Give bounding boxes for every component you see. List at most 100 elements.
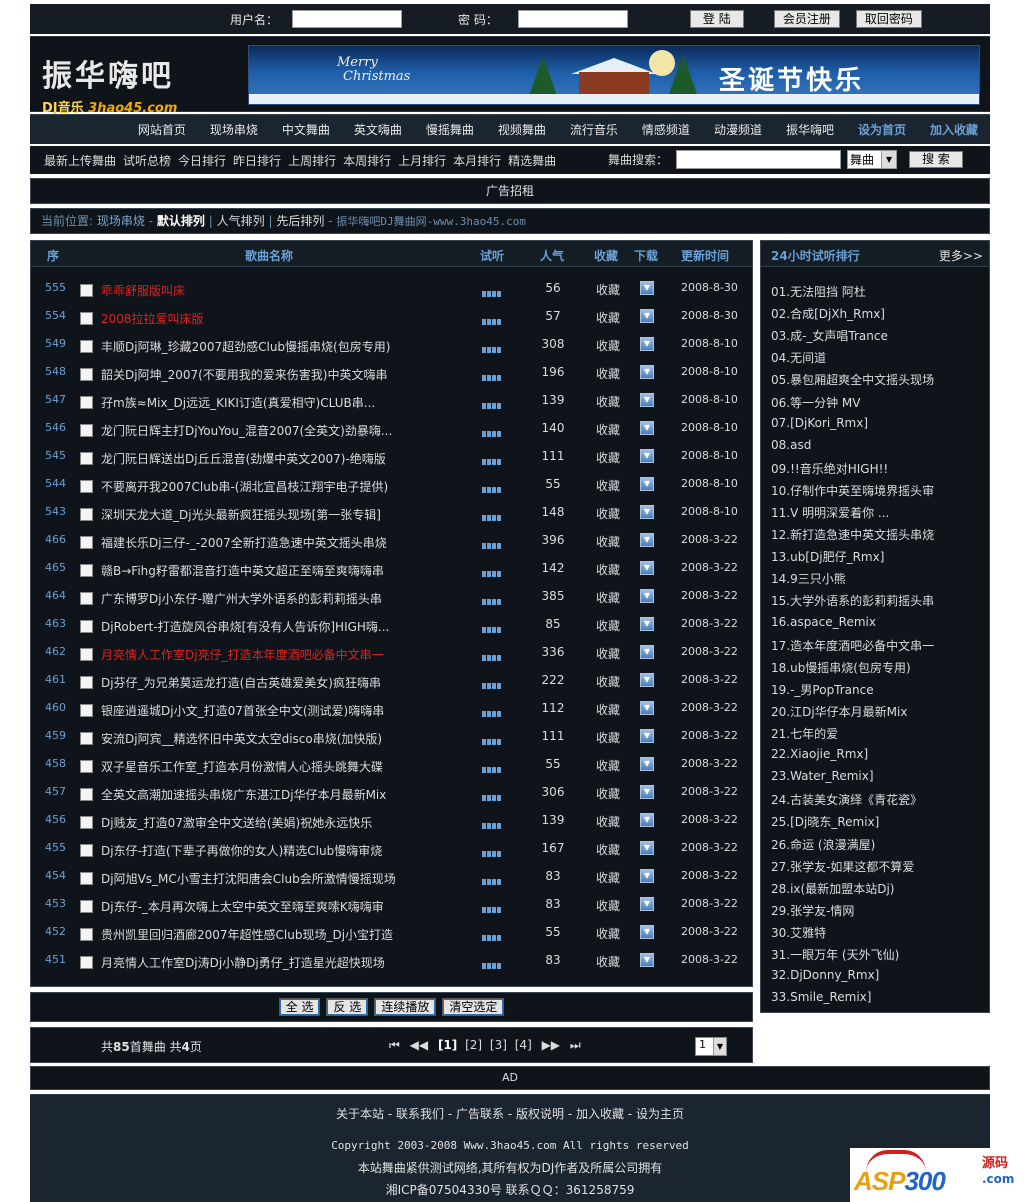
download-icon[interactable]: ▼ (640, 505, 654, 519)
invert-selection-button[interactable]: 反 选 (326, 998, 369, 1016)
download-icon[interactable]: ▼ (640, 925, 654, 939)
song-checkbox[interactable] (80, 648, 93, 661)
song-title-link[interactable]: Dj芬仔_为兄弟莫运龙打造(自古英雄爱美女)疯狂嗨串 (101, 674, 381, 691)
footer-link-favorite[interactable]: 加入收藏 (576, 1107, 624, 1121)
subnav-item-yesterday[interactable]: 昨日排行 (233, 152, 281, 169)
favorite-link[interactable]: 收藏 (596, 953, 620, 970)
listen-icon[interactable] (482, 762, 504, 773)
last-page-icon[interactable]: ⏭ (570, 1038, 581, 1052)
search-type-select[interactable]: 舞曲 ▼ (847, 150, 898, 169)
download-icon[interactable]: ▼ (640, 449, 654, 463)
song-checkbox[interactable] (80, 620, 93, 633)
favorite-link[interactable]: 收藏 (596, 785, 620, 802)
favorite-link[interactable]: 收藏 (596, 365, 620, 382)
chart-list-item[interactable]: 08.asd (771, 438, 811, 452)
subnav-item-latest[interactable]: 最新上传舞曲 (44, 152, 116, 169)
chart-list-item[interactable]: 28.ix(最新加盟本站Dj) (771, 880, 894, 897)
song-title-link[interactable]: 双子星音乐工作室_打造本月份激情人心摇头跳舞大碟 (101, 758, 383, 775)
subnav-item-this-week[interactable]: 本周排行 (343, 152, 391, 169)
song-title-link[interactable]: 丰顺Dj阿琳_珍藏2007超劲感Club慢摇串烧(包房专用) (101, 338, 390, 355)
listen-icon[interactable] (482, 398, 504, 409)
chart-list-item[interactable]: 32.DjDonny_Rmx] (771, 968, 879, 982)
song-checkbox[interactable] (80, 844, 93, 857)
listen-icon[interactable] (482, 454, 504, 465)
chart-list-item[interactable]: 20.江Dj华仔本月最新Mix (771, 703, 907, 720)
song-checkbox[interactable] (80, 340, 93, 353)
page-4[interactable]: [4] (515, 1038, 532, 1052)
chart-list-item[interactable]: 02.合成[DjXh_Rmx] (771, 305, 885, 322)
chart-list-item[interactable]: 14.9三只小熊 (771, 570, 846, 587)
song-title-link[interactable]: 广东博罗Dj小东仔-赠广州大学外语系的彭莉莉摇头串 (101, 590, 382, 607)
page-3[interactable]: [3] (490, 1038, 507, 1052)
register-button[interactable]: 会员注册 (773, 10, 840, 28)
song-title-link[interactable]: 福建长乐Dj三仔-_-2007全新打造急速中英文摇头串烧 (101, 534, 387, 551)
song-checkbox[interactable] (80, 452, 93, 465)
download-icon[interactable]: ▼ (640, 813, 654, 827)
christmas-banner[interactable]: Merry Christmas 圣诞节快乐 (248, 45, 980, 105)
song-checkbox[interactable] (80, 368, 93, 381)
nav-item-pop[interactable]: 流行音乐 (570, 121, 618, 138)
password-input[interactable] (517, 10, 628, 28)
chart-list-item[interactable]: 27.张学友-如果这都不算爱 (771, 858, 914, 875)
download-icon[interactable]: ▼ (640, 337, 654, 351)
song-title-link[interactable]: 龙门阮日辉送出Dj丘丘混音(劲爆中英文2007)-绝嗨版 (101, 450, 386, 467)
song-checkbox[interactable] (80, 760, 93, 773)
chart-list-item[interactable]: 15.大学外语系的彭莉莉摇头串 (771, 592, 934, 609)
nav-item-zhenhua[interactable]: 振华嗨吧 (786, 121, 834, 138)
listen-icon[interactable] (482, 286, 504, 297)
chart-list-item[interactable]: 30.艾雅特 (771, 924, 826, 941)
chart-list-item[interactable]: 22.Xiaojie_Rmx] (771, 747, 868, 761)
song-title-link[interactable]: 月亮情人工作室Dj亮仔_打造本年度酒吧必备中文串一 (101, 646, 384, 663)
footer-link-ads[interactable]: 广告联系 (456, 1107, 504, 1121)
listen-icon[interactable] (482, 790, 504, 801)
prev-page-icon[interactable]: ◀◀ (410, 1038, 428, 1052)
favorite-link[interactable]: 收藏 (596, 477, 620, 494)
song-title-link[interactable]: 龙门阮日辉主打DjYouYou_混音2007(全英文)劲暴嗨... (101, 422, 392, 439)
favorite-link[interactable]: 收藏 (596, 869, 620, 886)
chart-list-item[interactable]: 31.一眼万年 (天外飞仙) (771, 946, 899, 963)
page-2[interactable]: [2] (465, 1038, 482, 1052)
listen-icon[interactable] (482, 818, 504, 829)
listen-icon[interactable] (482, 482, 504, 493)
song-checkbox[interactable] (80, 704, 93, 717)
listen-icon[interactable] (482, 902, 504, 913)
chart-list-item[interactable]: 09.!!音乐绝对HIGH!! (771, 460, 888, 477)
add-favorite-link[interactable]: 加入收藏 (930, 121, 978, 138)
download-icon[interactable]: ▼ (640, 645, 654, 659)
favorite-link[interactable]: 收藏 (596, 281, 620, 298)
chart-list-item[interactable]: 17.造本年度酒吧必备中文串一 (771, 637, 934, 654)
nav-item-chinese[interactable]: 中文舞曲 (282, 121, 330, 138)
chart-list-item[interactable]: 04.无间道 (771, 349, 826, 366)
song-title-link[interactable]: 孖m族≈Mix_Dj远远_KIKI订造(真爱相守)CLUB串... (101, 394, 375, 411)
chart-list-item[interactable]: 10.仔制作中英至嗨境界摇头审 (771, 482, 934, 499)
chart-list-item[interactable]: 07.[DjKori_Rmx] (771, 416, 868, 430)
download-icon[interactable]: ▼ (640, 953, 654, 967)
song-checkbox[interactable] (80, 732, 93, 745)
listen-icon[interactable] (482, 370, 504, 381)
chart-list-item[interactable]: 03.成-_女声唱Trance (771, 327, 888, 344)
listen-icon[interactable] (482, 734, 504, 745)
nav-item-video[interactable]: 视频舞曲 (498, 121, 546, 138)
favorite-link[interactable]: 收藏 (596, 925, 620, 942)
chart-list-item[interactable]: 05.暴包厢超爽全中文摇头现场 (771, 371, 934, 388)
song-checkbox[interactable] (80, 956, 93, 969)
favorite-link[interactable]: 收藏 (596, 897, 620, 914)
listen-icon[interactable] (482, 342, 504, 353)
nav-item-english[interactable]: 英文嗨曲 (354, 121, 402, 138)
ad-banner-bottom[interactable]: AD (30, 1066, 990, 1090)
download-icon[interactable]: ▼ (640, 757, 654, 771)
nav-item-live-mix[interactable]: 现场串烧 (210, 121, 258, 138)
download-icon[interactable]: ▼ (640, 673, 654, 687)
chart-list-item[interactable]: 23.Water_Remix] (771, 769, 874, 783)
listen-icon[interactable] (482, 958, 504, 969)
chart-list-item[interactable]: 26.命运 (浪漫满屋) (771, 836, 875, 853)
nav-item-emotion[interactable]: 情感频道 (642, 121, 690, 138)
song-checkbox[interactable] (80, 564, 93, 577)
song-title-link[interactable]: 月亮情人工作室Dj涛Dj小静Dj勇仔_打造星光超快现场 (101, 954, 385, 971)
favorite-link[interactable]: 收藏 (596, 813, 620, 830)
footer-link-about[interactable]: 关于本站 (336, 1107, 384, 1121)
listen-icon[interactable] (482, 678, 504, 689)
favorite-link[interactable]: 收藏 (596, 617, 620, 634)
chart-list-item[interactable]: 29.张学友-情网 (771, 902, 854, 919)
sidebar-more-link[interactable]: 更多>> (939, 247, 983, 264)
